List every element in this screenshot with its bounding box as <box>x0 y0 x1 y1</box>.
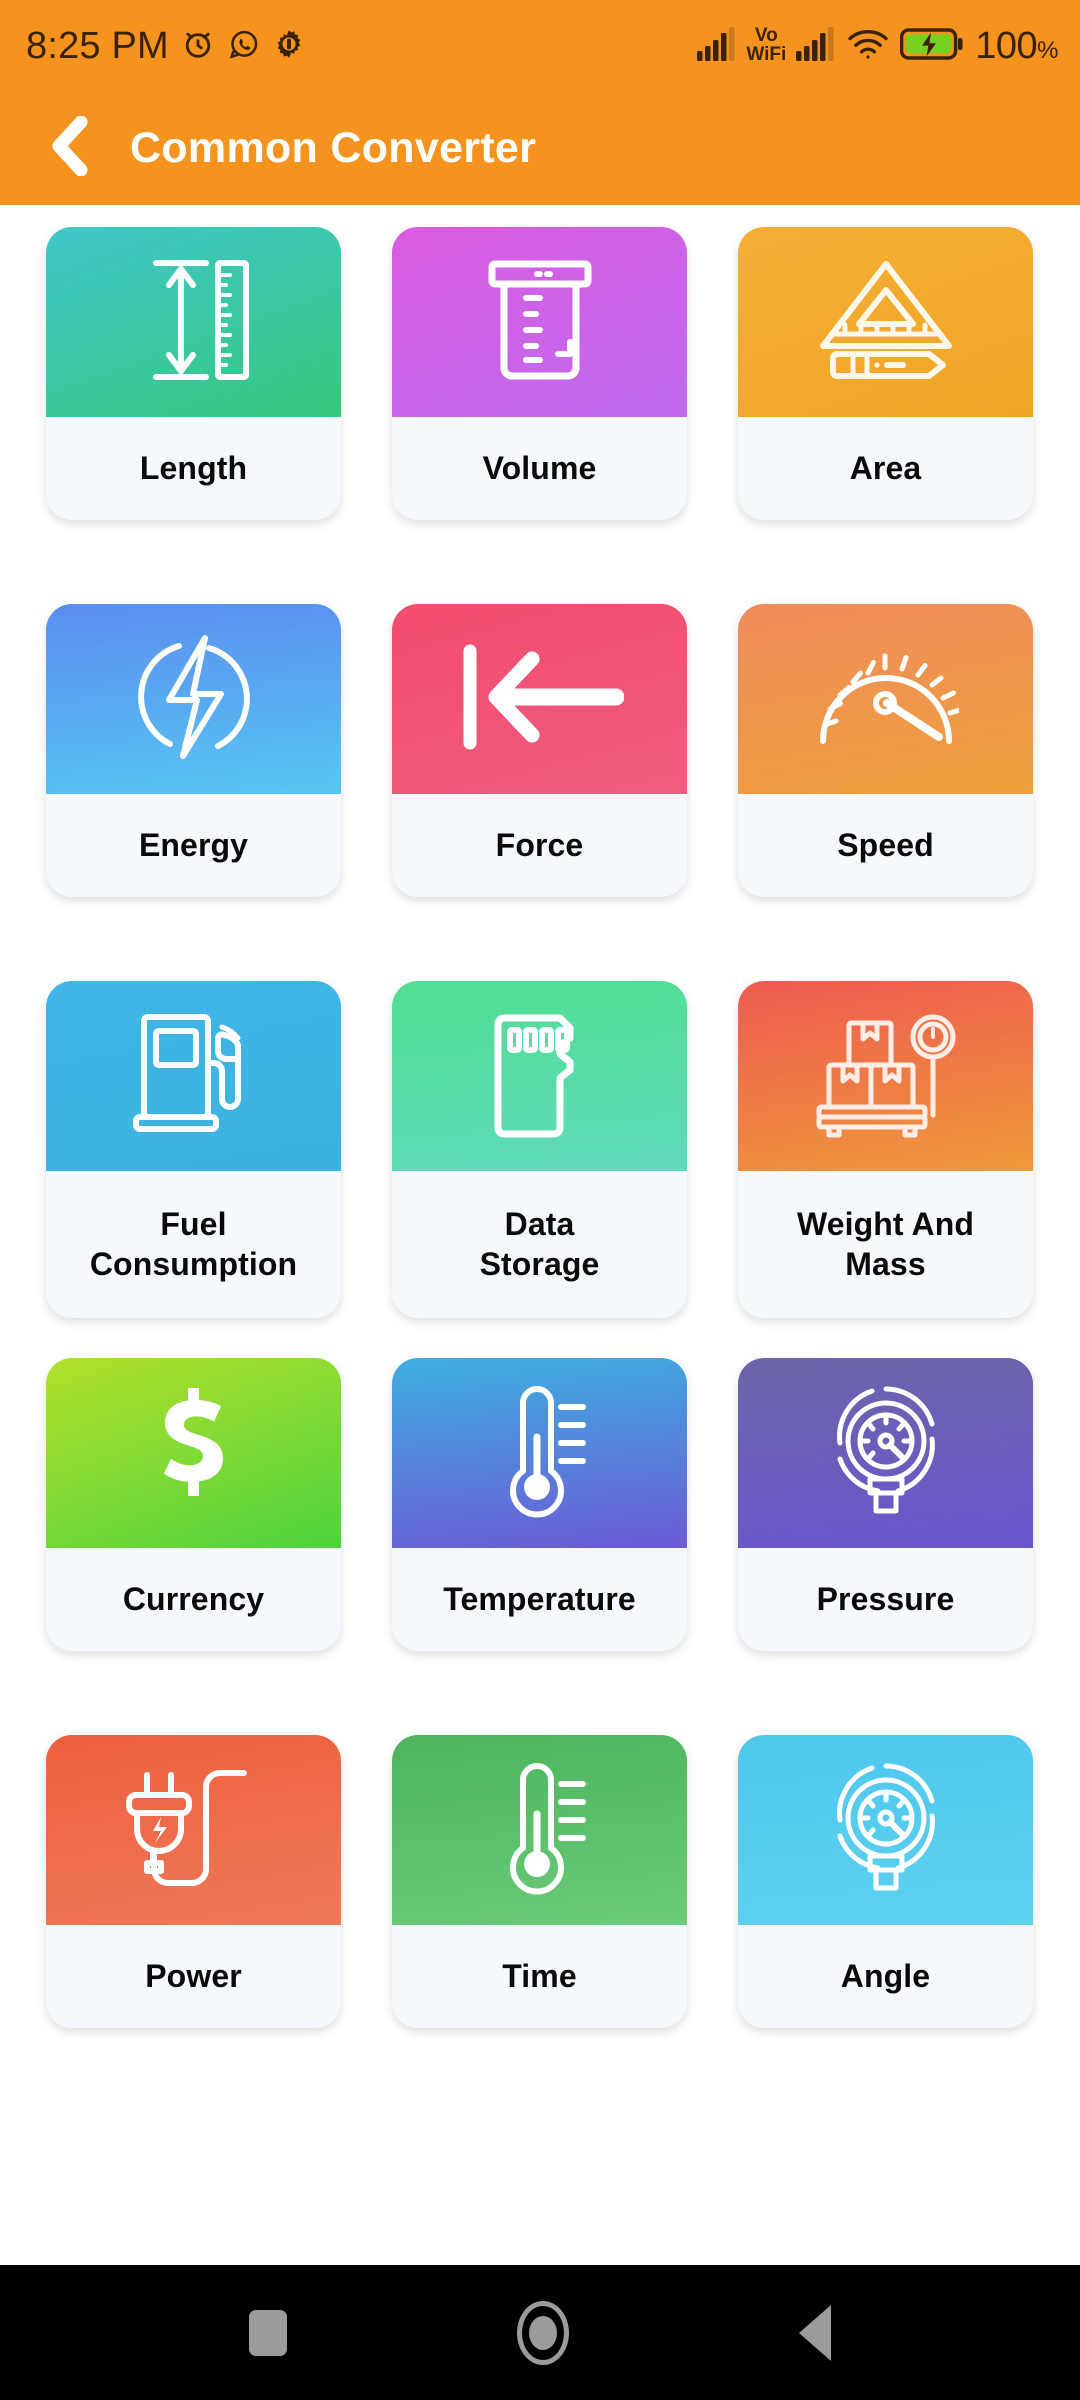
card-label: Power <box>145 1957 242 1994</box>
power-plug-icon <box>121 1761 267 1900</box>
pressure-gauge-icon <box>822 1758 950 1903</box>
app-bar: Common Converter <box>0 92 1080 205</box>
converter-grid: Length Volume Area Energy Force Speed Fu… <box>0 205 1080 2112</box>
card-label: Speed <box>837 826 934 863</box>
status-bar-right: Vo WiFi 100% <box>697 25 1058 68</box>
speedometer-icon <box>813 641 964 758</box>
signal-bars-icon <box>796 26 836 66</box>
card-weight-and-mass[interactable]: Weight And Mass <box>738 981 1033 1318</box>
battery-charging-icon <box>900 27 964 66</box>
card-label: Volume <box>482 449 597 486</box>
card-label: Length <box>139 449 248 486</box>
card-label: Temperature <box>443 1580 636 1617</box>
triangle-ruler-pencil-icon <box>813 254 959 391</box>
recents-square-icon[interactable] <box>249 2309 287 2356</box>
chevron-left-icon <box>45 115 91 181</box>
card-art <box>392 981 687 1171</box>
vowifi-line2: WiFi <box>746 44 787 65</box>
card-currency[interactable]: Currency <box>46 1358 341 1651</box>
home-circle-inner <box>529 2315 557 2350</box>
sd-card-icon <box>484 1008 596 1145</box>
page-title: Common Converter <box>130 124 537 172</box>
percent-symbol: % <box>1037 36 1058 64</box>
card-label: Time <box>502 1957 577 1994</box>
card-angle[interactable]: Angle <box>738 1735 1033 2028</box>
card-art <box>738 1358 1033 1548</box>
phone-screen: 8:25 PM Vo WiFi 100% Common Converter Le… <box>0 0 1080 2400</box>
card-art <box>46 981 341 1171</box>
card-label: Fuel Consumption <box>89 1206 298 1282</box>
card-label: Currency <box>122 1580 265 1617</box>
card-art <box>46 227 341 417</box>
card-label: Force <box>495 826 584 863</box>
gear-icon <box>272 27 306 66</box>
card-art <box>46 1358 341 1548</box>
card-pressure[interactable]: Pressure <box>738 1358 1033 1651</box>
card-label: Pressure <box>816 1580 955 1617</box>
card-art <box>738 981 1033 1171</box>
battery-percent-value: 100 <box>975 24 1038 67</box>
signal-bars-icon <box>697 26 737 66</box>
card-art <box>392 1358 687 1548</box>
ruler-height-icon <box>134 253 254 392</box>
lightning-circle-icon <box>129 632 259 767</box>
card-label: Data Storage <box>479 1206 600 1282</box>
dollar-sign-icon <box>146 1384 242 1523</box>
card-label: Area <box>849 449 922 486</box>
scale-boxes-icon <box>811 1009 961 1144</box>
card-art <box>738 227 1033 417</box>
card-label: Angle <box>840 1957 931 1994</box>
card-fuel-consumption[interactable]: Fuel Consumption <box>46 981 341 1318</box>
back-triangle-icon[interactable] <box>799 2304 831 2361</box>
battery-percent: 100% <box>975 25 1058 68</box>
card-art <box>738 1735 1033 1925</box>
card-force[interactable]: Force <box>392 604 687 897</box>
wifi-icon <box>847 28 889 65</box>
card-data-storage[interactable]: Data Storage <box>392 981 687 1318</box>
home-circle-icon[interactable] <box>517 2300 569 2365</box>
alarm-icon <box>180 26 216 67</box>
system-nav-bar <box>0 2265 1080 2400</box>
arrow-to-wall-icon <box>456 637 624 762</box>
card-power[interactable]: Power <box>46 1735 341 2028</box>
fuel-pump-icon <box>124 1009 264 1144</box>
card-speed[interactable]: Speed <box>738 604 1033 897</box>
card-art <box>46 604 341 794</box>
card-art <box>46 1735 341 1925</box>
card-temperature[interactable]: Temperature <box>392 1358 687 1651</box>
back-button[interactable] <box>42 115 94 181</box>
card-length[interactable]: Length <box>46 227 341 520</box>
thermometer-icon <box>485 1381 595 1526</box>
card-label: Weight And Mass <box>797 1206 974 1282</box>
pressure-gauge-icon <box>822 1381 950 1526</box>
card-art <box>392 604 687 794</box>
vowifi-icon: Vo WiFi <box>746 27 786 64</box>
card-label: Energy <box>138 826 249 863</box>
card-time[interactable]: Time <box>392 1735 687 2028</box>
card-area[interactable]: Area <box>738 227 1033 520</box>
whatsapp-icon <box>227 27 261 66</box>
card-volume[interactable]: Volume <box>392 227 687 520</box>
clock-text: 8:25 PM <box>26 24 169 67</box>
card-energy[interactable]: Energy <box>46 604 341 897</box>
thermometer-icon <box>485 1758 595 1903</box>
status-bar: 8:25 PM Vo WiFi 100% <box>0 0 1080 92</box>
card-art <box>392 227 687 417</box>
card-art <box>738 604 1033 794</box>
beaker-icon <box>474 254 606 391</box>
card-art <box>392 1735 687 1925</box>
status-bar-left: 8:25 PM <box>26 25 306 68</box>
